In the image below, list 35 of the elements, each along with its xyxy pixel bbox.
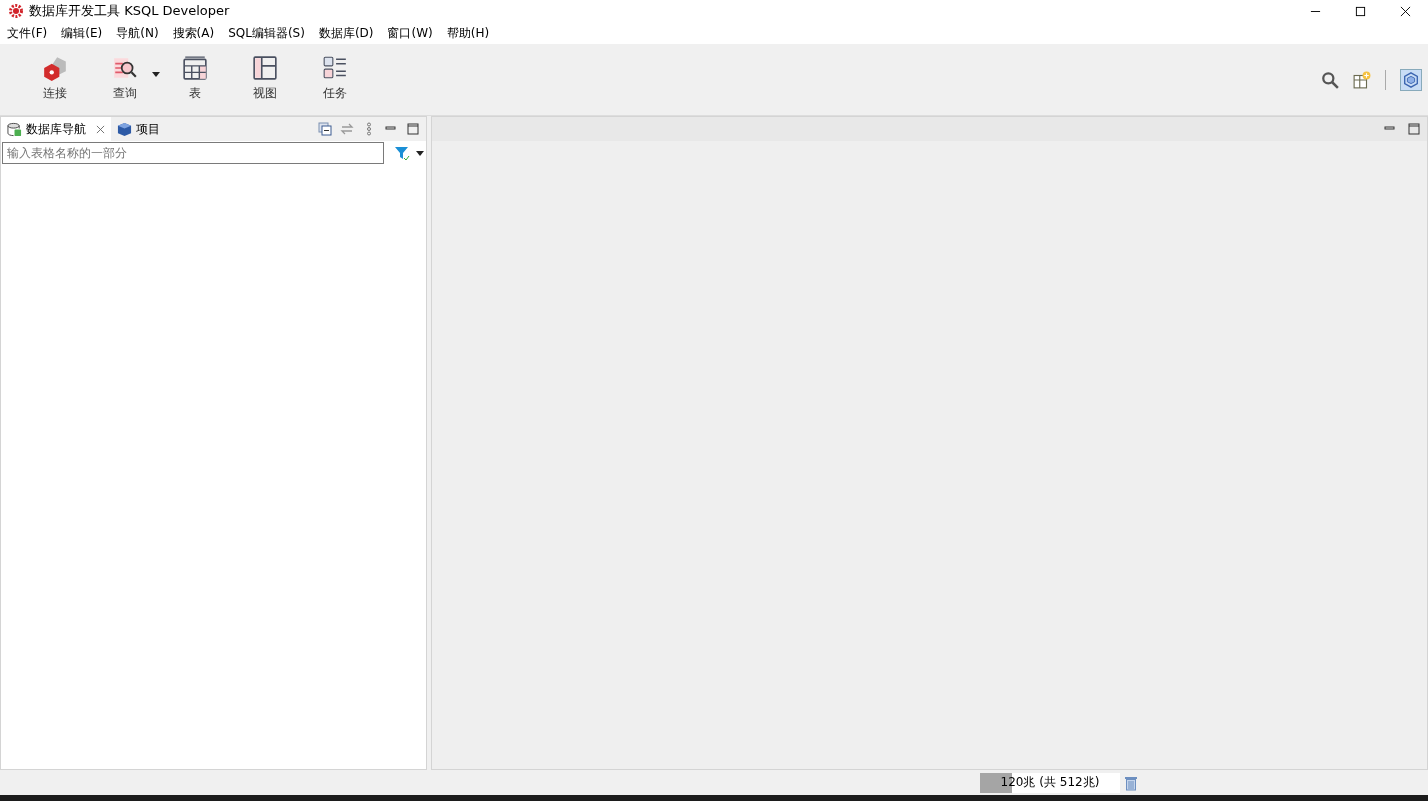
hexagon-cube-icon[interactable]	[1400, 68, 1422, 91]
panel-tab[interactable]: 项目	[111, 117, 166, 141]
cube-icon	[42, 54, 68, 81]
list-icon	[322, 54, 348, 81]
window-title: 数据库开发工具 KSQL Developer	[29, 2, 230, 20]
menu-item[interactable]: SQL编辑器(S)	[228, 24, 305, 42]
filter-icon[interactable]	[394, 145, 410, 161]
database-icon	[7, 121, 22, 137]
table-icon	[182, 54, 208, 81]
layout-icon	[252, 54, 278, 81]
dropdown-caret-icon[interactable]	[416, 150, 424, 156]
collapse-all-icon[interactable]	[318, 122, 332, 136]
toolbar-button[interactable]: 任务	[300, 50, 370, 109]
menu-item[interactable]: 数据库(D)	[318, 24, 374, 42]
menu-item[interactable]: 搜索(A)	[172, 24, 215, 42]
panel-tab[interactable]: 数据库导航	[1, 117, 111, 141]
dropdown-caret-icon[interactable]	[152, 72, 160, 77]
menu-item[interactable]: 窗口(W)	[387, 24, 433, 42]
toolbar-button[interactable]: 视图	[230, 50, 300, 109]
cube-icon	[117, 121, 132, 137]
close-icon[interactable]	[1400, 5, 1411, 17]
table-filter-field[interactable]: 输入表格名称的一部分	[2, 142, 384, 164]
menu-item[interactable]: 帮助(H)	[446, 24, 490, 42]
toolbar-button[interactable]: 表	[160, 50, 230, 109]
menu-item[interactable]: 导航(N)	[116, 24, 159, 42]
toolbar-button[interactable]: 连接	[20, 50, 90, 109]
gear-logo-icon	[8, 3, 24, 19]
trash-icon[interactable]	[1124, 774, 1138, 791]
menu-item[interactable]: 编辑(E)	[61, 24, 103, 42]
menu-item[interactable]: 文件(F)	[7, 24, 48, 42]
maximize-icon[interactable]	[1355, 5, 1366, 17]
memory-text: 120兆 (共 512兆)	[1000, 774, 1100, 791]
search-icon[interactable]	[1321, 70, 1339, 89]
table-plus-icon[interactable]	[1353, 70, 1371, 89]
toolbar-button[interactable]: 查询	[90, 50, 160, 109]
